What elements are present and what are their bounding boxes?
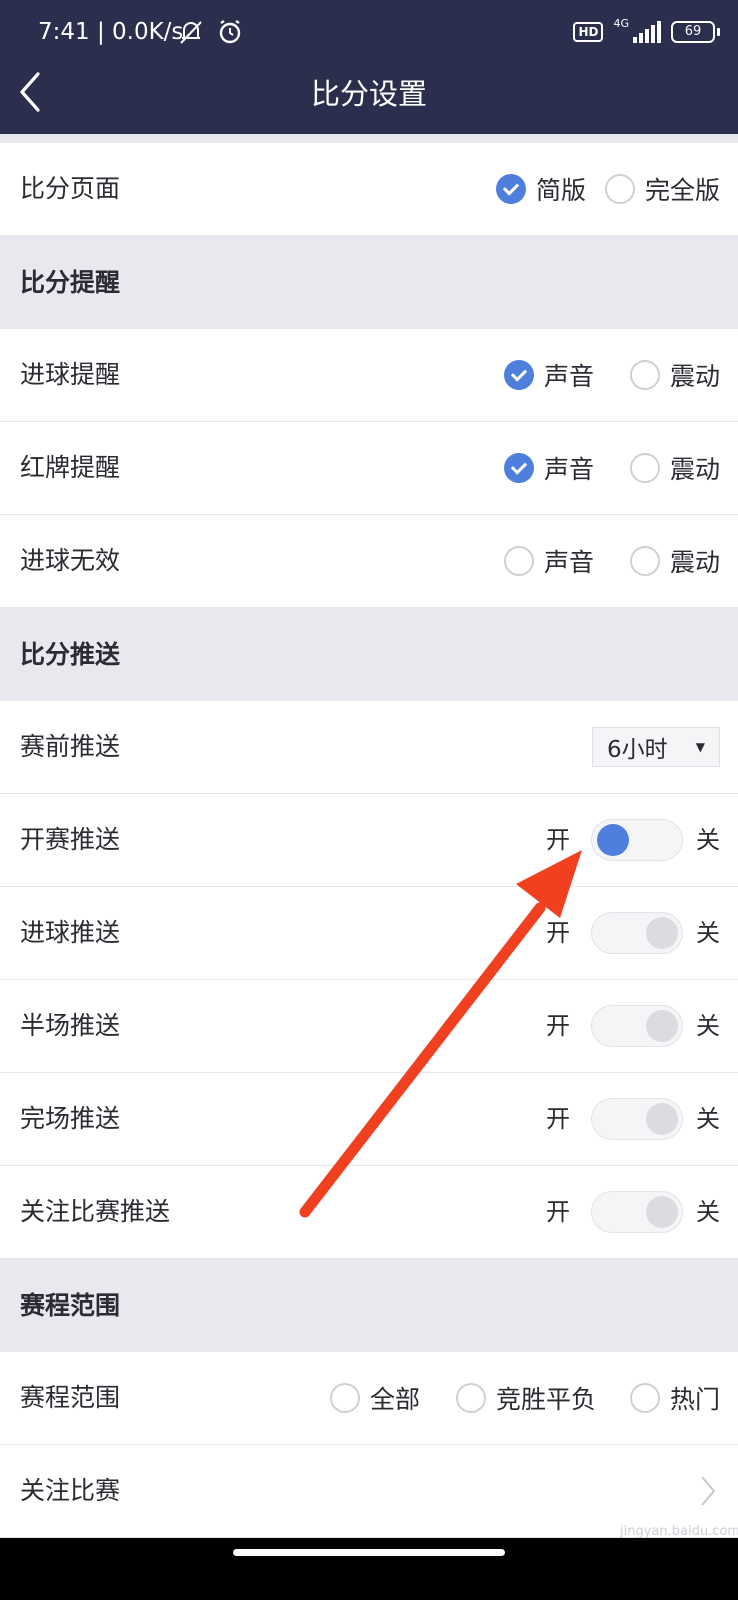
- home-indicator[interactable]: [233, 1549, 505, 1556]
- divider: [0, 134, 738, 143]
- simple-option[interactable]: 简版: [495, 143, 586, 235]
- option-label: 声音: [543, 455, 594, 484]
- hot-option[interactable]: 热门: [629, 1352, 720, 1444]
- pre-match-push-label: 赛前推送: [20, 732, 121, 761]
- pre-match-push-select[interactable]: 6小时 ▼: [592, 727, 720, 767]
- status-time: 7:41 | 0.0K/s: [38, 19, 184, 45]
- halftime-push-toggle[interactable]: [591, 1005, 683, 1047]
- option-label: 震动: [669, 548, 720, 577]
- vibrate-option[interactable]: 震动: [629, 515, 720, 607]
- watermark-url: jingyan.baidu.com: [620, 1524, 738, 1539]
- status-icons: HD 4G 69: [573, 17, 720, 47]
- signal-icon: [633, 21, 661, 43]
- vibrate-option[interactable]: 震动: [629, 422, 720, 514]
- reminder-label: 进球提醒: [20, 360, 121, 389]
- option-label: 全部: [369, 1385, 420, 1414]
- score-page-row: 比分页面 简版 完全版: [0, 143, 738, 236]
- push-label: 开赛推送: [20, 825, 121, 854]
- section-header-schedule: 赛程范围: [0, 1259, 738, 1352]
- reminder-label: 红牌提醒: [20, 453, 121, 482]
- push-label: 半场推送: [20, 1011, 121, 1040]
- toggle-on-label: 开: [546, 1105, 570, 1133]
- radio-circle-icon[interactable]: [629, 546, 660, 576]
- schedule-range-row: 赛程范围 全部 竞胜平负 热门: [0, 1352, 738, 1445]
- reminder-row-red-card: 红牌提醒 声音 震动: [0, 422, 738, 515]
- toggle-off-label: 关: [696, 826, 720, 854]
- network-type: 4G: [613, 17, 629, 30]
- sound-option[interactable]: 声音: [503, 515, 594, 607]
- toggle-on-label: 开: [546, 1012, 570, 1040]
- alarm-icon: [219, 20, 241, 44]
- push-label: 完场推送: [20, 1104, 121, 1133]
- reminder-label: 进球无效: [20, 546, 121, 575]
- radio-circle-icon[interactable]: [503, 546, 534, 576]
- system-nav-bar: [0, 1538, 738, 1600]
- toggle-off-label: 关: [696, 1105, 720, 1133]
- mute-bell-icon: [180, 21, 202, 44]
- toggle-off-label: 关: [696, 1198, 720, 1226]
- toggle-off-label: 关: [696, 919, 720, 947]
- option-label: 声音: [543, 362, 594, 391]
- caret-down-icon: ▼: [695, 740, 705, 754]
- vibrate-option[interactable]: 震动: [629, 329, 720, 421]
- battery-icon: 69: [671, 21, 720, 43]
- schedule-range-label: 赛程范围: [20, 1383, 121, 1412]
- battery-level: 69: [671, 21, 715, 43]
- push-row-followed: 关注比赛推送 开 关: [0, 1166, 738, 1259]
- score-page-label: 比分页面: [20, 174, 121, 203]
- check-icon[interactable]: [495, 174, 526, 204]
- radio-circle-icon[interactable]: [629, 453, 660, 483]
- toggle-off-label: 关: [696, 1012, 720, 1040]
- option-label: 震动: [669, 362, 720, 391]
- radio-circle-icon[interactable]: [604, 174, 635, 204]
- reminder-row-goal-void: 进球无效 声音 震动: [0, 515, 738, 608]
- option-label: 完全版: [644, 176, 720, 205]
- followed-push-toggle[interactable]: [591, 1191, 683, 1233]
- toggle-on-label: 开: [546, 1198, 570, 1226]
- option-label: 震动: [669, 455, 720, 484]
- push-label: 进球推送: [20, 918, 121, 947]
- win-draw-lose-option[interactable]: 竞胜平负: [455, 1352, 596, 1444]
- option-label: 简版: [535, 176, 586, 205]
- option-label: 竞胜平负: [495, 1385, 596, 1414]
- sound-option[interactable]: 声音: [503, 329, 594, 421]
- push-row-kickoff: 开赛推送 开 关: [0, 794, 738, 887]
- goal-push-toggle[interactable]: [591, 912, 683, 954]
- hd-badge: HD: [573, 22, 604, 42]
- check-icon[interactable]: [503, 360, 534, 390]
- push-row-fulltime: 完场推送 开 关: [0, 1073, 738, 1166]
- pre-match-push-row: 赛前推送 6小时 ▼: [0, 701, 738, 794]
- reminder-row-goal: 进球提醒 声音 震动: [0, 329, 738, 422]
- radio-circle-icon[interactable]: [455, 1383, 486, 1413]
- toggle-on-label: 开: [546, 826, 570, 854]
- section-title: 比分推送: [20, 640, 121, 669]
- option-label: 声音: [543, 548, 594, 577]
- radio-circle-icon[interactable]: [329, 1383, 360, 1413]
- chevron-right-icon[interactable]: [700, 1475, 716, 1507]
- full-option[interactable]: 完全版: [604, 143, 720, 235]
- toggle-on-label: 开: [546, 919, 570, 947]
- section-header-reminders: 比分提醒: [0, 236, 738, 329]
- all-option[interactable]: 全部: [329, 1352, 420, 1444]
- push-label: 关注比赛推送: [20, 1197, 171, 1226]
- section-title: 赛程范围: [20, 1291, 121, 1320]
- sound-option[interactable]: 声音: [503, 422, 594, 514]
- section-title: 比分提醒: [20, 268, 121, 297]
- follow-match-label: 关注比赛: [20, 1476, 121, 1505]
- radio-circle-icon[interactable]: [629, 1383, 660, 1413]
- kickoff-push-toggle[interactable]: [591, 819, 683, 861]
- watermark-logo: Baidu经验: [560, 1494, 675, 1519]
- fulltime-push-toggle[interactable]: [591, 1098, 683, 1140]
- push-row-halftime: 半场推送 开 关: [0, 980, 738, 1073]
- app-header: 7:41 | 0.0K/s HD 4G 69 比分设置: [0, 0, 738, 134]
- page-title: 比分设置: [310, 77, 427, 111]
- option-label: 热门: [669, 1385, 720, 1414]
- check-icon[interactable]: [503, 453, 534, 483]
- section-header-push: 比分推送: [0, 608, 738, 701]
- push-row-goal: 进球推送 开 关: [0, 887, 738, 980]
- select-value: 6小时: [607, 737, 668, 763]
- radio-circle-icon[interactable]: [629, 360, 660, 390]
